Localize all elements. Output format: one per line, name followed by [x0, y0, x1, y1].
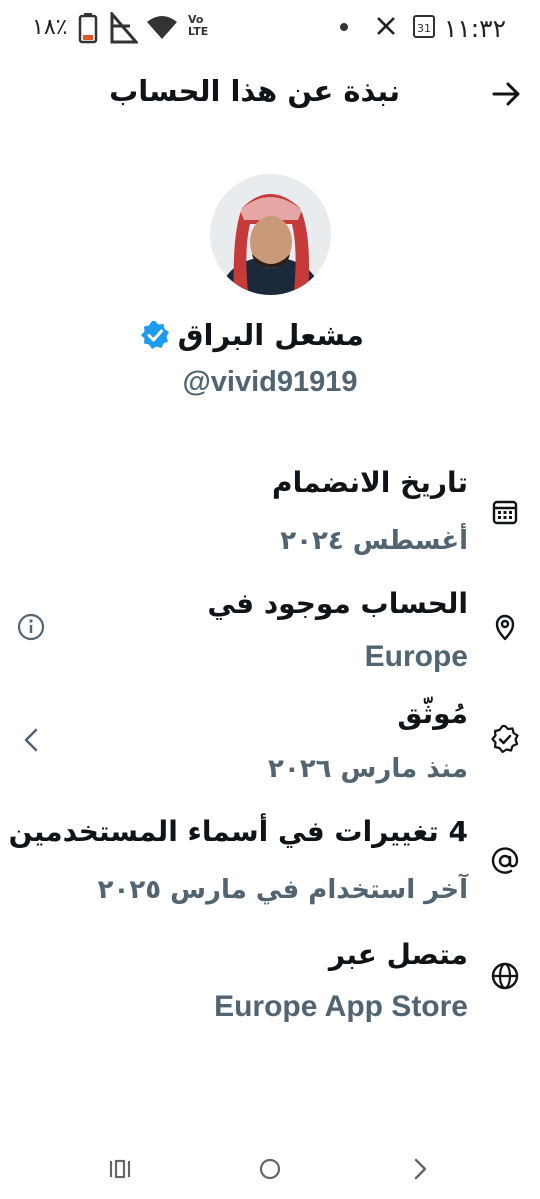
x-logo-icon [377, 17, 395, 35]
avatar[interactable] [210, 174, 331, 295]
back-nav-icon[interactable] [410, 1157, 430, 1181]
username-changes-value: آخر استخدام في مارس ٢٠٢٥ [97, 875, 468, 905]
joined-label: تاريخ الانضمام [272, 466, 468, 499]
wifi-icon [147, 16, 177, 39]
volte-lte-icon: Vo LTE [188, 13, 209, 38]
back-arrow-icon[interactable] [490, 78, 524, 110]
profile-name: مشعل البراق [177, 318, 364, 352]
at-sign-icon [491, 847, 519, 874]
joined-value: أغسطس ٢٠٢٤ [280, 526, 468, 556]
globe-icon [491, 962, 519, 990]
verified-check-icon [140, 321, 169, 349]
page-title: نبذة عن هذا الحساب [109, 74, 400, 108]
status-bar: ٪١٨ Vo LTE 31 ١١:٣٢ [0, 0, 540, 56]
recent-apps-icon[interactable] [108, 1158, 132, 1180]
chevron-left-icon[interactable] [20, 726, 42, 754]
connected-via-value: Europe App Store [214, 990, 468, 1023]
system-nav-bar [0, 1140, 540, 1199]
notification-dot-icon [340, 23, 348, 31]
profile-name-row: مشعل البراق [140, 318, 364, 352]
info-icon[interactable] [16, 612, 46, 642]
home-icon[interactable] [258, 1157, 282, 1181]
based-in-label: الحساب موجود في [207, 587, 468, 620]
based-in-value: Europe [364, 640, 468, 673]
verified-badge-icon [491, 724, 519, 754]
calendar-icon [492, 500, 518, 525]
username-changes-label: 4 تغييرات في أسماء المستخدمين [8, 815, 468, 848]
connected-via-label: متصل عبر [328, 938, 468, 971]
profile-handle: @vivid91919 [182, 366, 358, 398]
battery-icon [78, 13, 98, 44]
clock: ١١:٣٢ [443, 14, 506, 43]
calendar-notification-icon: 31 [413, 15, 435, 38]
battery-percent: ٪١٨ [32, 15, 68, 40]
svg-text:31: 31 [417, 22, 431, 35]
location-pin-icon [495, 614, 515, 641]
signal-icon [110, 12, 138, 44]
verified-value: منذ مارس ٢٠٢٦ [267, 754, 468, 784]
verified-label: مُوثّق [397, 697, 468, 730]
